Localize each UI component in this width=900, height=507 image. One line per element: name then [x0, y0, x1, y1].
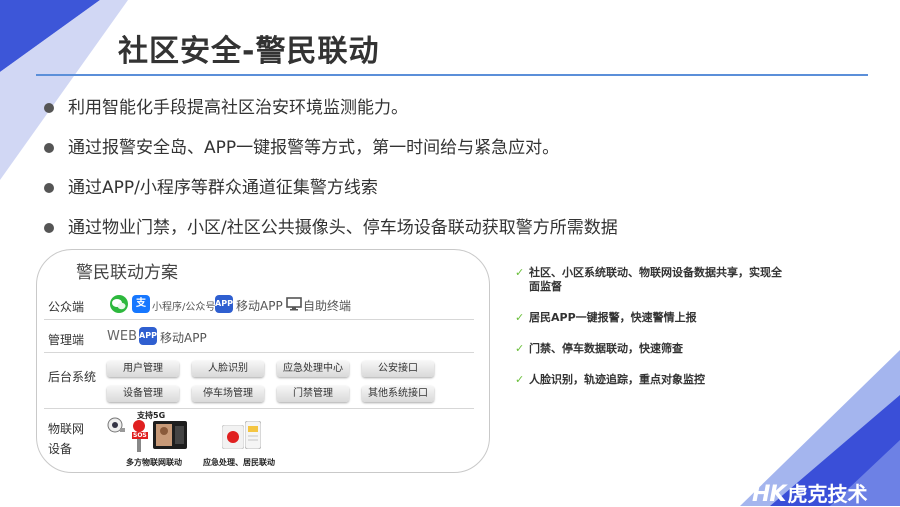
phone-icon: [244, 420, 262, 453]
row-label-iot: 物联网: [48, 422, 85, 436]
bullet-dot-icon: [44, 223, 54, 233]
feature-text: 人脸识别，轨迹追踪，重点对象监控: [529, 373, 705, 386]
feature-item: ✓ 人脸识别，轨迹追踪，重点对象监控: [515, 373, 785, 387]
module-user-management: 用户管理: [107, 361, 179, 377]
bullet-item: 通过APP/小程序等群众通道征集警方线索: [42, 172, 822, 212]
bullet-dot-icon: [44, 143, 54, 153]
bullet-item: 利用智能化手段提高社区治安环境监测能力。: [42, 92, 822, 132]
bullet-list: 利用智能化手段提高社区治安环境监测能力。 通过报警安全岛、APP一键报警等方式，…: [42, 92, 822, 252]
row-divider: [44, 319, 474, 320]
monitor-icon: [286, 297, 302, 316]
face-terminal-icon: [153, 421, 187, 453]
brand-name: 虎克技术: [787, 482, 868, 506]
row-label-iot-line2: 设备: [48, 442, 73, 456]
mobile-app-label: 移动APP: [236, 299, 283, 313]
alarm-button-icon: [221, 424, 245, 453]
feature-text: 门禁、停车数据联动，快速筛查: [529, 342, 683, 355]
check-icon: ✓: [515, 266, 525, 279]
module-other-interfaces: 其他系统接口: [362, 386, 434, 402]
row-label-public: 公众端: [48, 300, 85, 314]
title-divider: [36, 74, 868, 76]
feature-list: ✓ 社区、小区系统联动、物联网设备数据共享，实现全面监督 ✓ 居民APP一键报警，快…: [515, 266, 785, 387]
row-divider: [44, 352, 474, 353]
feature-text: 社区、小区系统联动、物联网设备数据共享，实现全面监督: [529, 266, 782, 293]
web-label: WEB: [107, 329, 137, 344]
bullet-text: 通过APP/小程序等群众通道征集警方线索: [68, 178, 378, 198]
module-device-management: 设备管理: [107, 386, 179, 402]
page-title: 社区安全-警民联动: [118, 34, 380, 69]
feature-item: ✓ 居民APP一键报警，快速警情上报: [515, 311, 785, 325]
self-service-terminal-label: 自助终端: [303, 299, 352, 313]
module-access-control: 门禁管理: [277, 386, 349, 402]
bullet-text: 利用智能化手段提高社区治安环境监测能力。: [68, 98, 408, 118]
row-label-manage: 管理端: [48, 333, 85, 347]
wechat-icon: [110, 295, 128, 313]
mini-program-label: 小程序/公众号: [152, 302, 216, 313]
feature-text: 居民APP一键报警，快速警情上报: [529, 311, 697, 324]
row-divider: [44, 408, 474, 409]
row-label-backend: 后台系统: [48, 370, 97, 384]
module-face-recognition: 人脸识别: [192, 361, 264, 377]
bullet-item: 通过报警安全岛、APP一键报警等方式，第一时间给与紧急应对。: [42, 132, 822, 172]
iot-caption-multi-party: 多方物联网联动: [126, 458, 182, 467]
bullet-item: 通过物业门禁，小区/社区公共摄像头、停车场设备联动获取警方所需数据: [42, 212, 822, 252]
bullet-dot-icon: [44, 183, 54, 193]
camera-icon: [106, 416, 126, 440]
sos-label: SOS: [132, 432, 148, 439]
module-police-interface: 公安接口: [362, 361, 434, 377]
module-parking-management: 停车场管理: [192, 386, 264, 402]
alipay-icon: 支: [132, 295, 150, 313]
app-badge-icon: APP: [215, 295, 233, 313]
app-badge-icon: APP: [139, 327, 157, 345]
check-icon: ✓: [515, 342, 525, 355]
bullet-text: 通过报警安全岛、APP一键报警等方式，第一时间给与紧急应对。: [68, 138, 560, 158]
bullet-dot-icon: [44, 103, 54, 113]
brand-mark: HK: [752, 482, 786, 507]
iot-caption-emergency: 应急处理、居民联动: [203, 458, 275, 467]
feature-item: ✓ 门禁、停车数据联动，快速筛查: [515, 342, 785, 356]
bullet-text: 通过物业门禁，小区/社区公共摄像头、停车场设备联动获取警方所需数据: [68, 218, 618, 238]
brand-logo: HK 虎克技术: [752, 478, 867, 507]
mobile-app-label: 移动APP: [160, 331, 207, 345]
check-icon: ✓: [515, 311, 525, 324]
module-emergency-center: 应急处理中心: [277, 361, 349, 377]
check-icon: ✓: [515, 373, 525, 386]
feature-item: ✓ 社区、小区系统联动、物联网设备数据共享，实现全面监督: [515, 266, 785, 294]
panel-title: 警民联动方案: [76, 263, 178, 283]
